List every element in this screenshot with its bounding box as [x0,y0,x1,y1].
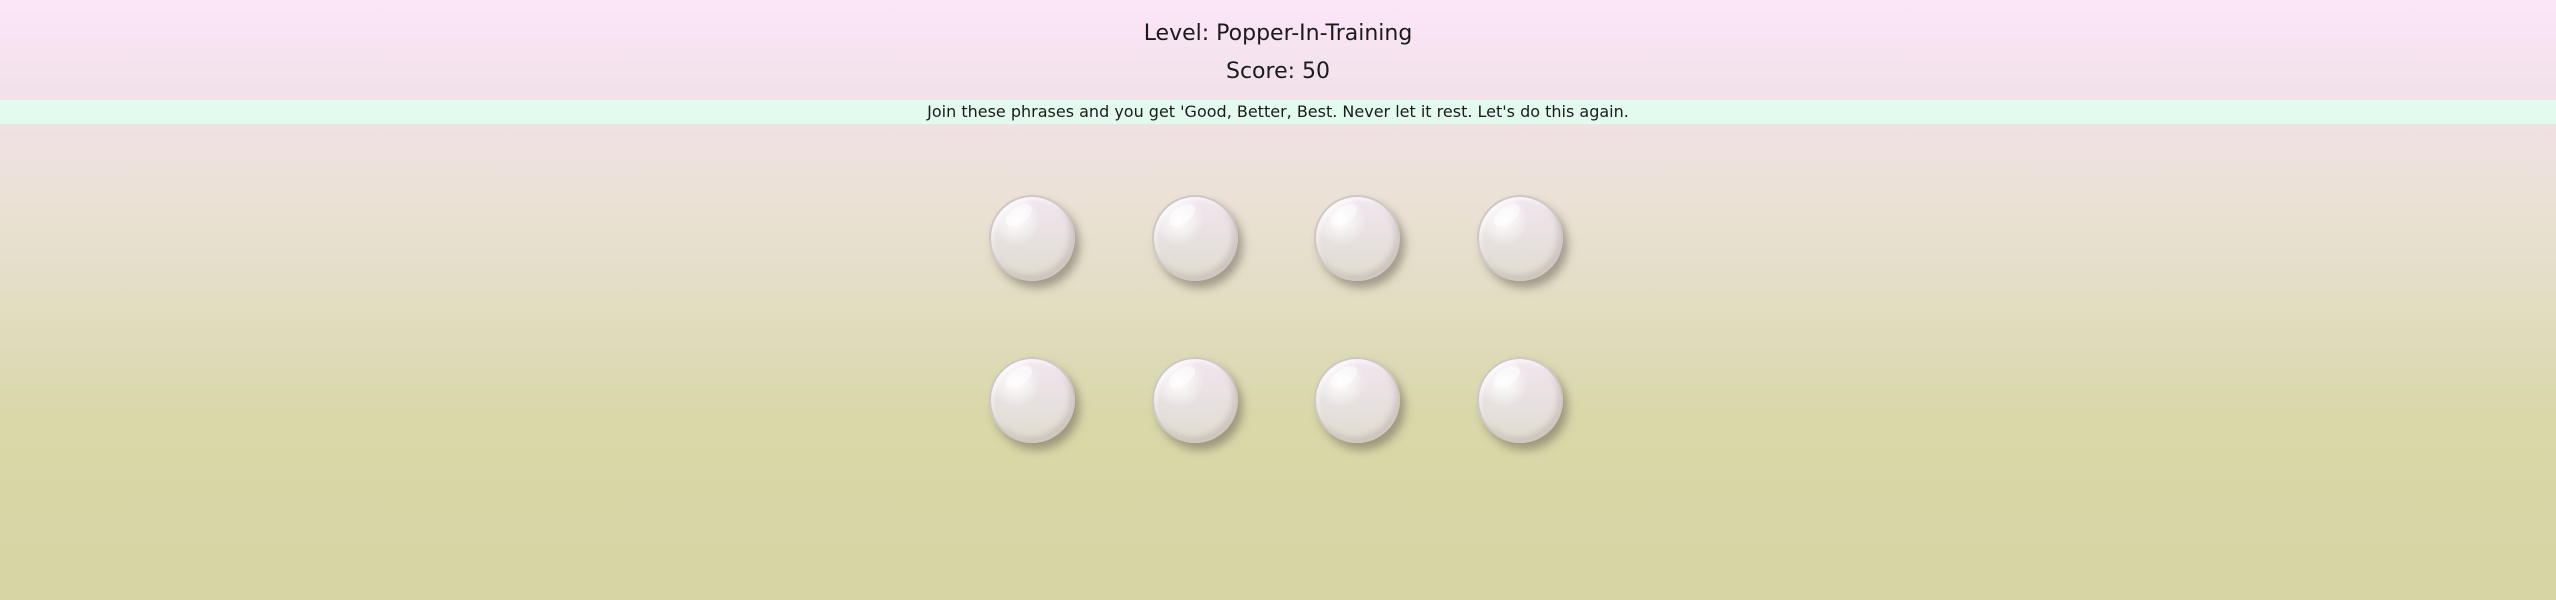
bubble-r2-c4[interactable] [1477,357,1563,443]
bubble-r1-c1[interactable] [989,195,1075,281]
bubble-r1-c3[interactable] [1314,195,1400,281]
phrase-message: Join these phrases and you get 'Good, Be… [0,100,2556,124]
bubble-r1-c2[interactable] [1152,195,1238,281]
level-label: Level: Popper-In-Training [1143,21,1413,46]
bubble-r2-c3[interactable] [1314,357,1400,443]
bubble-r1-c4[interactable] [1477,195,1563,281]
score-label: Score: 50 [1225,59,1331,84]
bubble-r2-c1[interactable] [989,357,1075,443]
bubble-r2-c2[interactable] [1152,357,1238,443]
